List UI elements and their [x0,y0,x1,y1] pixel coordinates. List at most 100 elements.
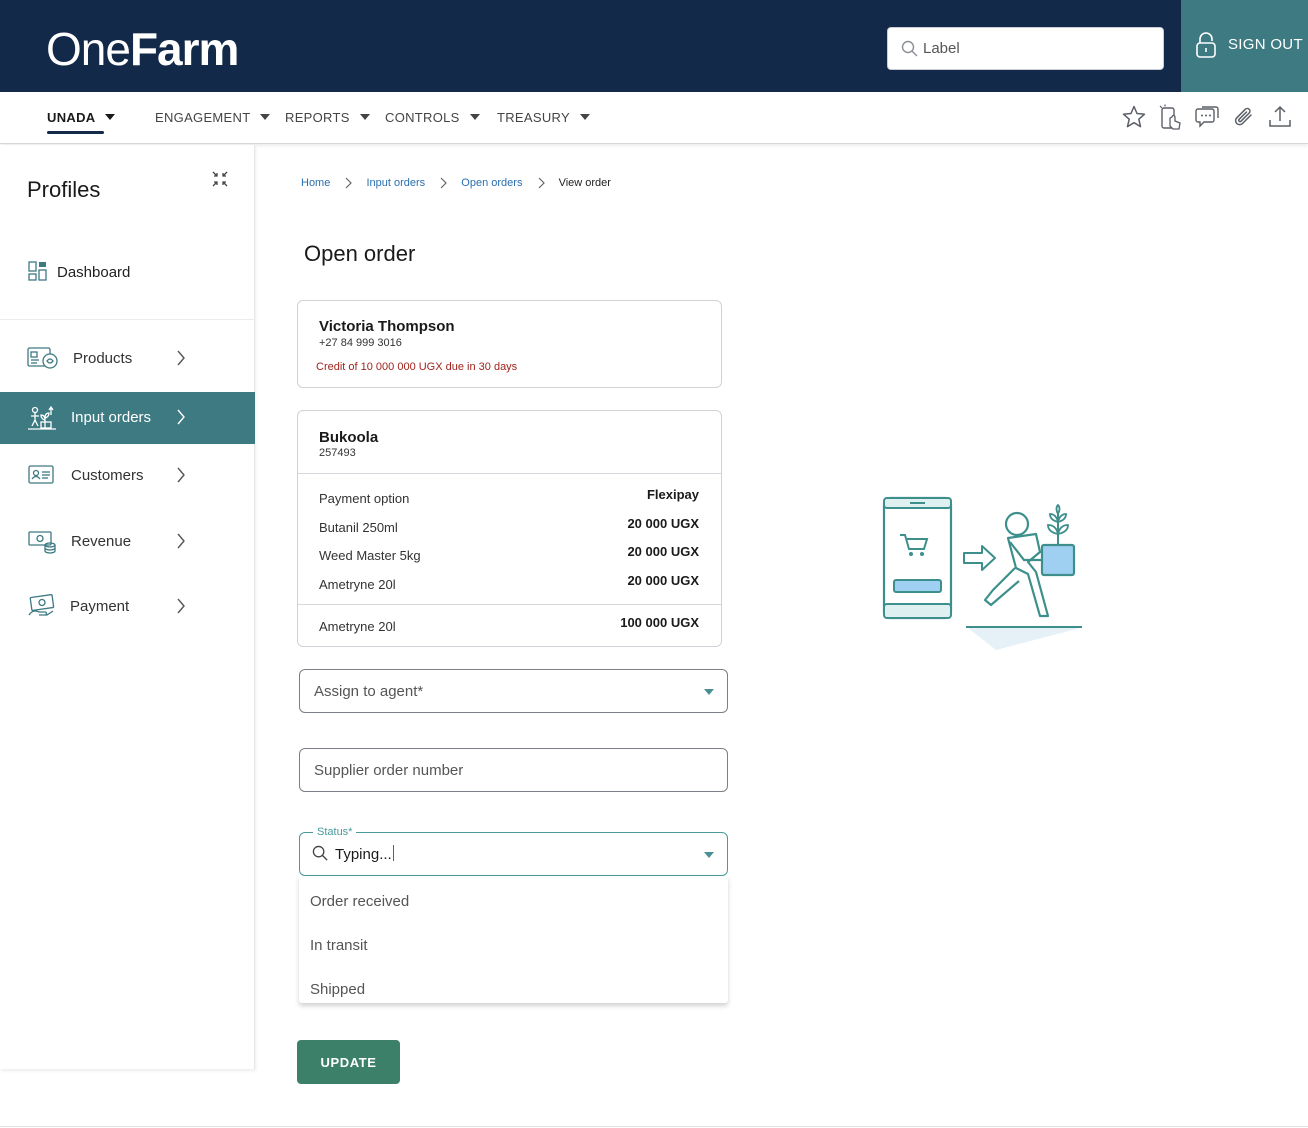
sidebar-item-payment[interactable]: Payment [0,581,255,633]
line-value: 20 000 UGX [627,573,699,588]
line-value: Flexipay [646,487,699,502]
sidebar-item-label: Input orders [71,409,152,426]
breadcrumb-current: View order [558,177,611,189]
star-icon[interactable] [1121,104,1147,130]
page-title: Open order [304,241,416,266]
nav-label: UNADA [47,110,96,125]
nav-item-controls[interactable]: CONTROLS [385,110,480,125]
dropdown-arrow-icon [704,852,714,858]
chevron-right-icon [176,408,186,431]
assign-agent-select[interactable]: Assign to agent* [299,669,728,713]
nav-item-treasury[interactable]: TREASURY [497,110,590,125]
total-value: 100 000 UGX [620,615,699,630]
text-cursor [392,845,394,861]
touch-device-icon[interactable] [1157,104,1183,130]
breadcrumb-open-orders[interactable]: Open orders [461,177,522,189]
status-option-order-received[interactable]: Order received [299,882,728,920]
chevron-right-icon [536,176,546,190]
caret-down-icon [579,114,590,120]
chevron-right-icon [343,176,353,190]
nav-item-reports[interactable]: REPORTS [285,110,370,125]
chevron-right-icon [176,597,186,620]
update-button[interactable]: UPDATE [297,1040,400,1084]
divider [298,473,721,474]
dropdown-arrow-icon [704,689,714,695]
caret-down-icon [105,114,116,120]
chevron-right-icon [176,349,186,372]
payment-icon [27,593,57,624]
breadcrumb-input-orders[interactable]: Input orders [366,177,425,189]
order-line: Butanil 250ml 20 000 UGX [319,516,699,538]
active-nav-indicator [47,131,104,134]
order-card: Bukoola 257493 Payment option Flexipay Bu… [297,410,722,647]
logo-text-light: One [46,23,131,75]
status-select[interactable]: Status* Typing... [299,826,728,876]
supplier-order-number-field[interactable]: Supplier order number [299,748,728,792]
nav-item-engagement[interactable]: ENGAGEMENT [155,110,271,125]
order-line: Payment option Flexipay [319,487,699,509]
status-option-in-transit[interactable]: In transit [299,926,728,964]
customer-card: Victoria Thompson +27 84 999 3016 Credit… [297,300,722,388]
sidebar-item-products[interactable]: Products [0,333,255,385]
nav-label: TREASURY [497,110,570,125]
caret-down-icon [359,114,370,120]
customers-icon [27,462,55,493]
input-orders-icon [27,404,57,435]
upload-icon[interactable] [1267,104,1293,130]
search-box[interactable] [887,27,1164,70]
sidebar-item-input-orders[interactable]: Input orders [0,392,255,444]
nav-label: CONTROLS [385,110,460,125]
sidebar-item-dashboard[interactable]: Dashboard [0,240,255,320]
status-options-menu: Order received In transit Shipped [299,876,728,1003]
logo-text-bold: Farm [129,23,239,75]
search-input[interactable] [923,28,1153,69]
caret-down-icon [469,114,480,120]
status-label: Status* [313,826,357,838]
delivery-illustration [880,490,1090,660]
lock-icon [1195,31,1217,64]
sidebar-title: Profiles [27,177,101,202]
nav-item-unada[interactable]: UNADA [47,110,116,125]
supplier-order-placeholder: Supplier order number [314,762,464,779]
line-label: Ametryne 20l [319,577,396,592]
order-code: 257493 [319,447,356,459]
line-label: Weed Master 5kg [319,548,421,563]
assign-agent-placeholder: Assign to agent* [314,683,424,700]
search-icon [901,40,919,63]
sidebar: Profiles Dashboard Products Input orders… [0,145,255,1069]
sidebar-item-revenue[interactable]: Revenue [0,516,255,568]
paperclip-icon[interactable] [1231,104,1257,130]
sign-out-button[interactable]: SIGN OUT [1181,0,1308,92]
line-label: Payment option [319,491,410,506]
chevron-right-icon [438,176,448,190]
collapse-icon[interactable] [210,169,230,194]
nav-label: REPORTS [285,110,350,125]
divider [298,604,721,605]
total-label: Ametryne 20l [319,619,396,634]
sidebar-item-label: Customers [71,467,144,484]
sidebar-item-label: Revenue [71,533,132,550]
chat-icon[interactable] [1194,104,1220,130]
search-icon [312,845,329,867]
caret-down-icon [260,114,271,120]
sidebar-item-customers[interactable]: Customers [0,450,255,502]
sign-out-label: SIGN OUT [1228,36,1303,53]
option-label: In transit [310,937,368,954]
onefarm-logo[interactable]: OneFarm [46,22,239,76]
dashboard-icon [28,261,48,286]
top-header: OneFarm SIGN OUT [0,0,1308,92]
page-bottom-divider [0,1126,1308,1127]
order-total: Ametryne 20l 100 000 UGX [319,615,699,637]
status-option-shipped[interactable]: Shipped [299,970,728,1008]
order-line: Ametryne 20l 20 000 UGX [319,573,699,595]
line-value: 20 000 UGX [627,544,699,559]
breadcrumb: Home Input orders Open orders View order [301,176,611,190]
option-label: Shipped [310,981,366,998]
status-input[interactable]: Typing... [335,845,394,863]
customer-phone: +27 84 999 3016 [319,337,402,349]
line-label: Butanil 250ml [319,520,398,535]
breadcrumb-home[interactable]: Home [301,177,330,189]
nav-label: ENGAGEMENT [155,110,251,125]
line-value: 20 000 UGX [627,516,699,531]
option-label: Order received [310,893,410,910]
